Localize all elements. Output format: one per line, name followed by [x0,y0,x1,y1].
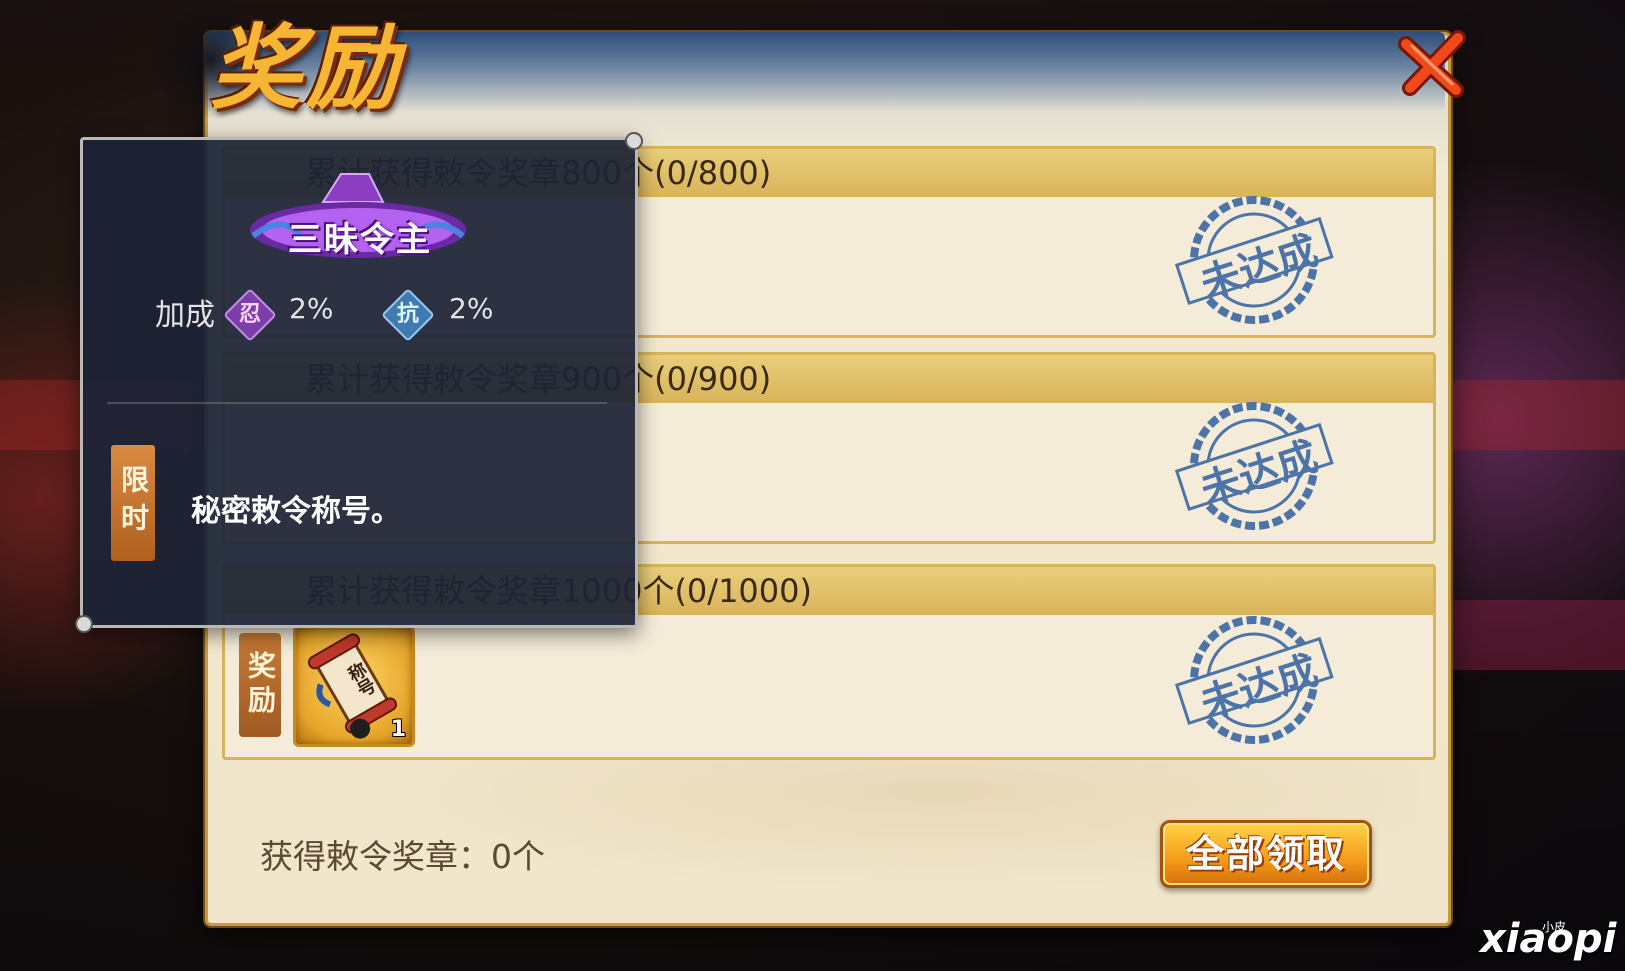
reward-tag: 奖励 [239,633,281,737]
title-tooltip: 三昧令主 加成 忍 2% 抗 2% 限时 秘密敕令称号。 [75,132,643,633]
ninjutsu-bonus-value: 2% [289,292,334,325]
reward-quantity: 1 [390,717,406,742]
background-side-banner [1430,600,1625,670]
watermark-logo: xiaopi [1480,916,1617,962]
medal-count-label: 获得敕令奖章：0个 [260,837,545,876]
close-icon [1398,30,1466,98]
close-button[interactable] [1392,24,1472,104]
resistance-icon-glyph: 抗 [396,302,419,327]
tooltip-divider [107,402,607,404]
limited-time-tag: 限时 [111,445,155,561]
not-achieved-stamp: 未达成 [1169,391,1339,541]
panel-title: 奖励 [210,15,403,122]
resistance-bonus-value: 2% [449,292,494,325]
claim-all-button[interactable]: 全部领取 [1160,820,1372,888]
tooltip-corner [75,615,93,633]
not-achieved-stamp: 未达成 [1169,185,1339,335]
title-name: 三昧令主 [288,220,432,260]
task-body: 奖励 称号 1 未达成 [225,615,1433,751]
tooltip-description: 秘密敕令称号。 [191,494,401,529]
reward-item-slot[interactable]: 称号 1 [293,625,415,747]
not-achieved-stamp: 未达成 [1169,605,1339,755]
ninjutsu-icon-glyph: 忍 [238,302,261,327]
bonus-label: 加成 [155,298,215,333]
tooltip-corner [625,132,643,150]
